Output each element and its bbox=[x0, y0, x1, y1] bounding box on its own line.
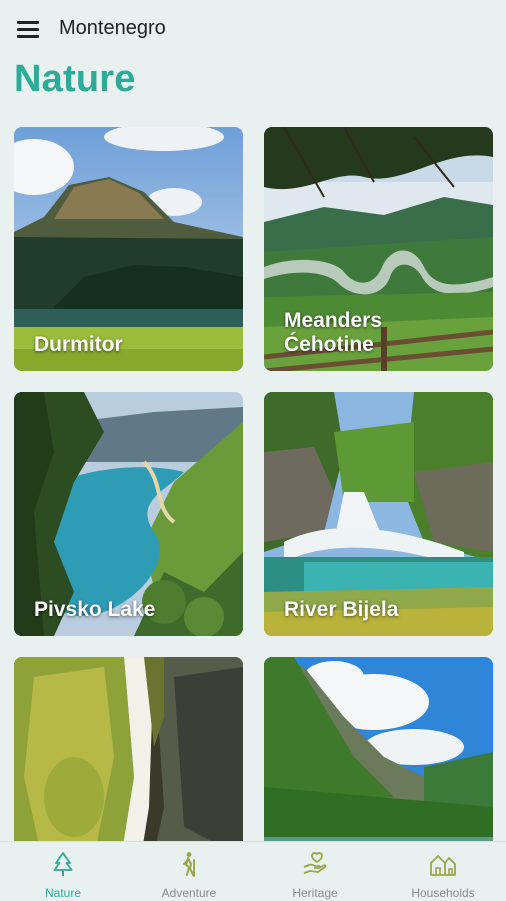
nature-grid: Durmitor Meanders Ćehotine Pivsko Lake R… bbox=[14, 127, 493, 841]
nav-label: Heritage bbox=[292, 886, 338, 900]
card-label: Pivsko Lake bbox=[34, 598, 156, 621]
card-canyon[interactable] bbox=[14, 657, 243, 841]
nav-item-households[interactable]: Households bbox=[380, 842, 506, 901]
hand-heart-icon bbox=[303, 852, 327, 874]
card-label: Durmitor bbox=[34, 333, 123, 356]
card-image bbox=[264, 657, 493, 841]
card-label: Meanders Ćehotine bbox=[284, 309, 383, 356]
card-meanders-cehotine[interactable]: Meanders Ćehotine bbox=[264, 127, 493, 371]
hiker-icon bbox=[183, 852, 195, 877]
hamburger-menu-icon[interactable] bbox=[14, 17, 42, 41]
card-label: River Bijela bbox=[284, 598, 399, 621]
tree-icon bbox=[53, 852, 73, 876]
card-river-valley[interactable] bbox=[264, 657, 493, 841]
bottom-navigation: Nature Adventure Heritage Households bbox=[0, 841, 506, 901]
nav-label: Nature bbox=[44, 886, 82, 900]
card-river-bijela[interactable]: River Bijela bbox=[264, 392, 493, 636]
houses-icon bbox=[430, 855, 456, 876]
card-durmitor[interactable]: Durmitor bbox=[14, 127, 243, 371]
app-title: Montenegro bbox=[59, 17, 166, 39]
nav-item-nature[interactable]: Nature bbox=[0, 842, 126, 901]
nav-item-heritage[interactable]: Heritage bbox=[252, 842, 378, 901]
nav-label: Households bbox=[411, 886, 475, 900]
card-pivsko-lake[interactable]: Pivsko Lake bbox=[14, 392, 243, 636]
card-image bbox=[14, 657, 243, 841]
top-app-bar: Montenegro bbox=[0, 0, 506, 58]
nav-item-adventure[interactable]: Adventure bbox=[126, 842, 252, 901]
page-title: Nature bbox=[14, 58, 136, 100]
nav-label: Adventure bbox=[161, 886, 217, 900]
